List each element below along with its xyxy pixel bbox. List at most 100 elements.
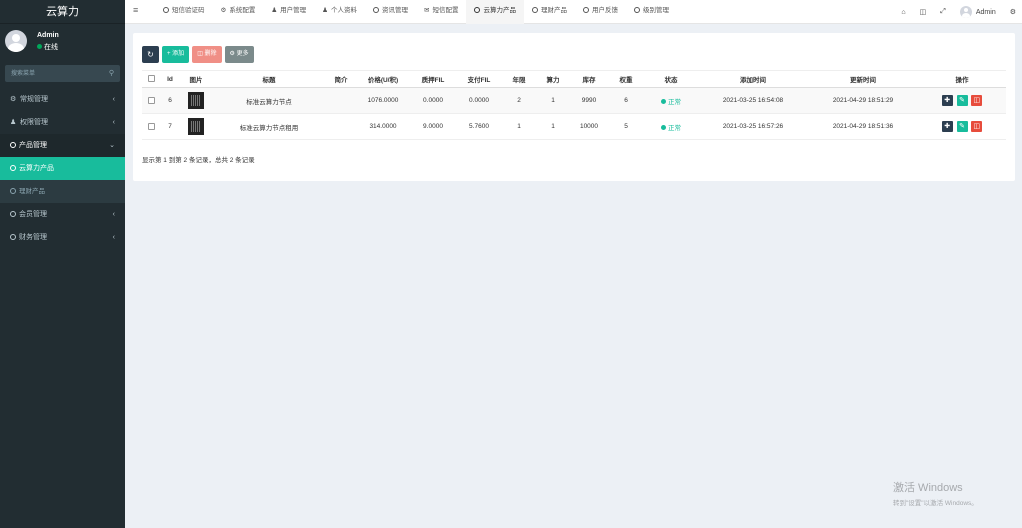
- tab-cloud-power-products[interactable]: 云算力产品: [466, 0, 524, 24]
- column-header: 操作: [918, 70, 1006, 88]
- row-checkbox[interactable]: [147, 122, 155, 130]
- column-header[interactable]: 算力: [536, 70, 570, 88]
- cell-pay-fil: 5.7600: [456, 113, 502, 140]
- tab-news[interactable]: 资讯管理: [365, 0, 416, 24]
- circle-icon: [582, 7, 589, 13]
- circle-icon: [372, 7, 379, 13]
- cell-stock: 9990: [570, 87, 608, 114]
- sidebar-item-cloud-power-products[interactable]: 云算力产品: [0, 157, 125, 180]
- chevron-left-icon: ‹: [112, 96, 115, 103]
- circle-icon: [10, 142, 16, 148]
- refresh-button[interactable]: ↻: [142, 46, 159, 63]
- cell-status[interactable]: 正常: [644, 87, 698, 114]
- sidebar-item-finance-products[interactable]: 理财产品: [0, 180, 125, 203]
- menu-toggle-icon[interactable]: ≡: [133, 5, 138, 15]
- cell-status[interactable]: 正常: [644, 113, 698, 140]
- tab-user-management[interactable]: ♟ 用户管理: [263, 0, 314, 24]
- tab-label: 级别管理: [642, 7, 669, 14]
- tab-profile[interactable]: ♟ 个人资料: [314, 0, 365, 24]
- drag-sort-button[interactable]: ✚: [941, 121, 953, 132]
- top-user-name: Admin: [975, 8, 996, 16]
- column-header[interactable]: 标题: [212, 70, 326, 88]
- sidebar-item-members[interactable]: 会员管理 ‹: [0, 203, 125, 226]
- circle-icon: [531, 7, 538, 13]
- table-toolbar: ↻ + 添加 ◫ 删除 ⚙ 更多: [142, 46, 257, 63]
- row-select-cell[interactable]: [142, 87, 160, 114]
- trash-icon: ◫: [973, 123, 981, 130]
- select-all-checkbox[interactable]: [147, 75, 155, 83]
- sidebar-item-products[interactable]: 产品管理 ⌄: [0, 134, 125, 157]
- table-row[interactable]: 6 标准云算力节点 1076.0000 0.0000 0.0000 2 1 99…: [142, 87, 1006, 114]
- delete-row-button[interactable]: ◫: [971, 121, 983, 132]
- fullscreen-icon[interactable]: ⤢: [940, 8, 946, 16]
- home-icon[interactable]: ⌂: [901, 9, 905, 16]
- cell-years: 2: [502, 87, 536, 114]
- cogs-icon: ⚙: [10, 96, 17, 103]
- delete-row-button[interactable]: ◫: [971, 95, 983, 106]
- chevron-down-icon: ⌄: [109, 142, 115, 149]
- column-header[interactable]: 简介: [326, 70, 356, 88]
- add-button[interactable]: + 添加: [162, 46, 190, 63]
- select-all-cell[interactable]: [142, 70, 160, 88]
- cell-image[interactable]: [180, 113, 212, 140]
- drag-sort-button[interactable]: ✚: [941, 95, 953, 106]
- column-header[interactable]: Id: [160, 70, 180, 88]
- user-menu[interactable]: Admin: [959, 6, 996, 18]
- circle-icon: [10, 211, 16, 217]
- sidebar-item-finance[interactable]: 财务管理 ‹: [0, 226, 125, 249]
- product-thumbnail[interactable]: [188, 92, 204, 109]
- cell-created: 2021-03-25 16:57:26: [698, 113, 808, 140]
- column-header[interactable]: 添加时间: [698, 70, 808, 88]
- search-icon[interactable]: ⚲: [109, 69, 114, 77]
- cell-actions: ✚ ✎ ◫: [918, 113, 1006, 140]
- tab-label: 理财产品: [540, 7, 567, 14]
- tab-finance-products[interactable]: 理财产品: [524, 0, 575, 24]
- sidebar-item-permissions[interactable]: ♟ 权限管理 ‹: [0, 111, 125, 134]
- column-header[interactable]: 图片: [180, 70, 212, 88]
- sidebar-item-general[interactable]: ⚙ 常规管理 ‹: [0, 88, 125, 111]
- column-header[interactable]: 更新时间: [808, 70, 918, 88]
- sidebar-search-input[interactable]: [5, 65, 120, 82]
- tab-level-management[interactable]: 级别管理: [626, 0, 677, 24]
- column-header[interactable]: 库存: [570, 70, 608, 88]
- row-select-cell[interactable]: [142, 113, 160, 140]
- group-icon: ♟: [10, 119, 17, 126]
- trash-icon[interactable]: ◫: [920, 8, 927, 16]
- cell-title: 标准云算力节点: [212, 87, 326, 114]
- status-dot-icon: [661, 98, 666, 104]
- tab-label: 系统配置: [229, 7, 256, 14]
- cell-pledge-fil: 9.0000: [410, 113, 456, 140]
- delete-button[interactable]: ◫ 删除: [192, 46, 222, 63]
- column-header[interactable]: 价格(U/积): [356, 70, 410, 88]
- content-panel: ↻ + 添加 ◫ 删除 ⚙ 更多 Id 图片 标题 简介 价格(U/积) 质押F…: [133, 33, 1015, 181]
- status-badge[interactable]: 正常: [668, 125, 681, 132]
- column-header[interactable]: 状态: [644, 70, 698, 88]
- edit-button[interactable]: ✎: [956, 121, 968, 132]
- windows-activation-watermark: 激活 Windows 转到"设置"以激活 Windows。: [893, 479, 978, 507]
- column-header[interactable]: 权重: [608, 70, 644, 88]
- table-row[interactable]: 7 标准云算力节点租用 314.0000 9.0000 5.7600 1 1 1…: [142, 113, 1006, 140]
- arrows-icon: ✚: [944, 123, 951, 130]
- app-logo[interactable]: 云算力: [0, 0, 125, 24]
- tab-sms-config[interactable]: ✉ 短信配置: [416, 0, 466, 24]
- cell-stock: 10000: [570, 113, 608, 140]
- add-button-label: 添加: [172, 51, 185, 57]
- row-checkbox[interactable]: [147, 96, 155, 104]
- product-thumbnail[interactable]: [188, 118, 204, 135]
- more-button[interactable]: ⚙ 更多: [224, 46, 254, 63]
- column-header[interactable]: 质押FIL: [410, 70, 456, 88]
- cell-image[interactable]: [180, 87, 212, 114]
- tab-user-feedback[interactable]: 用户反馈: [575, 0, 626, 24]
- cell-price: 1076.0000: [356, 87, 410, 114]
- column-header[interactable]: 支付FIL: [456, 70, 502, 88]
- settings-icon[interactable]: ⚙: [1010, 8, 1016, 16]
- sidebar-item-label: 产品管理: [19, 142, 47, 149]
- tab-sms-code[interactable]: 短信验证码: [155, 0, 213, 24]
- cell-pay-fil: 0.0000: [456, 87, 502, 114]
- cell-title: 标准云算力节点租用: [212, 113, 326, 140]
- tab-system-config[interactable]: ⚙ 系统配置: [213, 0, 264, 24]
- cell-intro: [326, 113, 356, 140]
- column-header[interactable]: 年限: [502, 70, 536, 88]
- edit-button[interactable]: ✎: [956, 95, 968, 106]
- status-badge[interactable]: 正常: [668, 99, 681, 106]
